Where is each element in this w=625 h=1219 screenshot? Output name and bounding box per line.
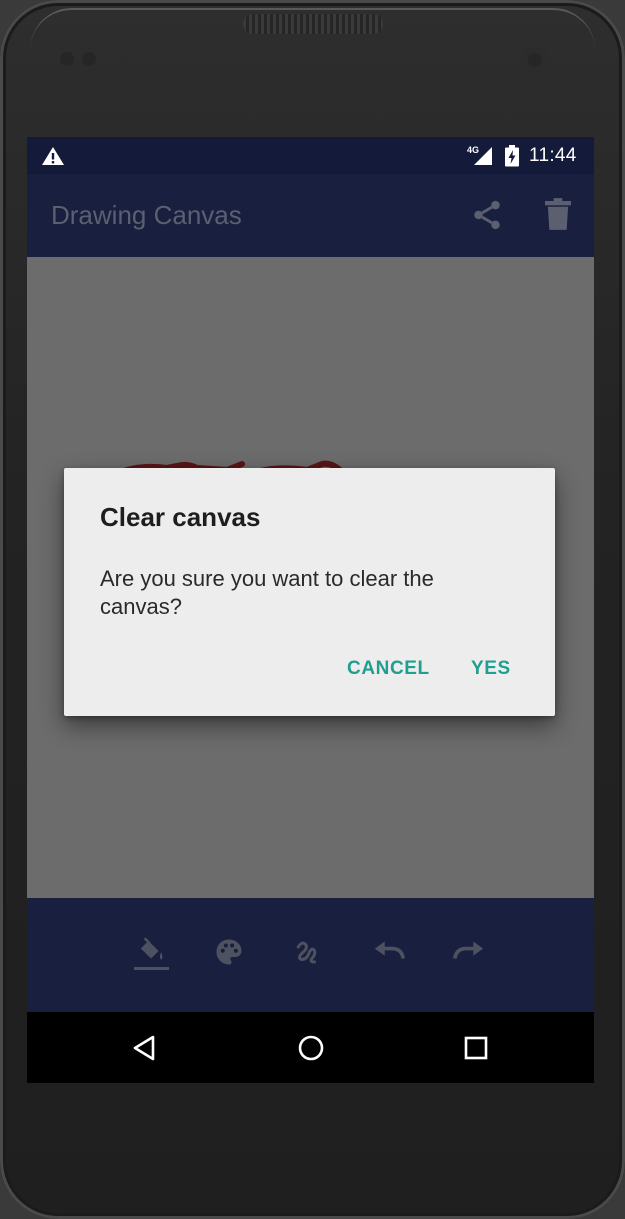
navigation-bar — [27, 1012, 594, 1083]
phone-frame: 4G 11:44 Drawing Canvas Clear canvas Are… — [0, 0, 625, 1219]
selected-tool-indicator — [134, 967, 169, 970]
signal-icon — [474, 147, 492, 165]
dialog-message: Are you sure you want to clear the canva… — [100, 566, 434, 619]
recents-icon[interactable] — [464, 1036, 488, 1060]
earpiece-speaker — [243, 14, 383, 34]
redo-icon[interactable] — [452, 937, 486, 963]
clear-canvas-dialog: Clear canvas Are you sure you want to cl… — [64, 468, 555, 716]
light-sensor — [82, 52, 96, 66]
clock: 11:44 — [529, 145, 577, 166]
front-camera — [522, 47, 548, 73]
brush-stroke-icon[interactable] — [292, 937, 322, 967]
app-bar: Drawing Canvas — [27, 174, 594, 257]
status-bar: 4G 11:44 — [27, 137, 594, 174]
back-icon[interactable] — [131, 1034, 157, 1062]
cancel-button[interactable]: CANCEL — [347, 658, 430, 680]
device-screen: 4G 11:44 Drawing Canvas Clear canvas Are… — [27, 137, 594, 1083]
undo-icon[interactable] — [372, 937, 406, 963]
battery-charging-icon — [505, 145, 519, 167]
warning-icon — [42, 147, 64, 165]
app-title: Drawing Canvas — [51, 200, 242, 230]
delete-icon[interactable] — [545, 198, 571, 230]
proximity-sensor — [60, 52, 74, 66]
tool-bar — [27, 898, 594, 1012]
palette-icon[interactable] — [213, 937, 245, 967]
home-icon[interactable] — [297, 1034, 325, 1062]
yes-button[interactable]: YES — [471, 658, 511, 680]
share-icon[interactable] — [470, 198, 504, 232]
fill-bucket-icon[interactable] — [135, 937, 167, 965]
dialog-title: Clear canvas — [100, 502, 261, 532]
